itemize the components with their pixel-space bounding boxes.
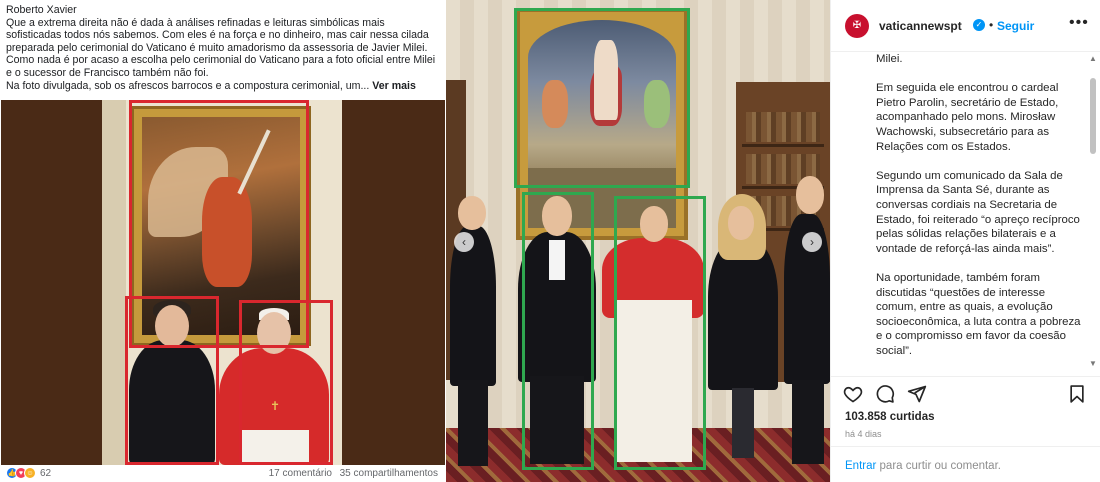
caption-paragraph: Segundo um comunicado da Sala de Imprens… [876,169,1080,255]
comment-icon[interactable] [875,384,895,404]
highlight-box-painting [514,8,690,188]
post-truncated-line: Na foto divulgada, sob os afrescos barro… [6,79,370,92]
reaction-count: 62 [40,467,52,479]
vatican-logo-icon: ✠ [852,20,862,31]
bookmark-icon[interactable] [1067,384,1087,404]
share-icon[interactable] [907,384,927,404]
username[interactable]: vaticannewspt [879,19,962,33]
heart-icon[interactable] [843,384,863,404]
post-author[interactable]: Roberto Xavier [6,4,442,17]
facebook-post: Roberto Xavier Que a extrema direita não… [0,0,446,482]
see-more-link[interactable]: Ver mais [372,80,416,92]
highlight-box-right-person [614,196,706,470]
highlight-box-left-person [125,296,219,465]
post-footer: 👍 ♥ ☺ 62 17 comentário 35 compartilhamen… [0,466,446,482]
reactions[interactable]: 👍 ♥ ☺ 62 [6,467,51,479]
shares-count[interactable]: 35 compartilhamentos [340,468,438,479]
caption-scrollbar[interactable]: ▲ ▼ [1087,52,1099,370]
separator-dot: • [989,18,994,32]
follow-button[interactable]: Seguir [997,19,1034,33]
instagram-photo[interactable]: ‹ › [446,0,830,482]
post-text: Roberto Xavier Que a extrema direita não… [6,4,442,92]
photo-wall-shadow [102,100,126,465]
person-far-left [450,226,496,386]
caption-paragraph: Em seguida ele encontrou o cardeal Pietr… [876,82,1059,153]
post-paragraph-2: Como nada é por acaso a escolha pelo cer… [6,54,436,79]
scrollbar-thumb[interactable] [1090,78,1096,154]
avatar[interactable]: ✠ [845,14,869,38]
caption-paragraph: Na oportunidade, também foram discutidas… [876,271,1081,357]
highlight-box-left-person [522,192,594,470]
ellipsis-icon[interactable]: ••• [1069,14,1089,32]
login-prompt-text: para curtir ou comentar. [876,460,1001,472]
post-header: ✠ vaticannewspt ✓ • Seguir ••• [831,0,1100,52]
post-paragraph-3: Na foto divulgada, sob os afrescos barro… [6,80,442,93]
next-arrow-icon[interactable]: › [802,232,822,252]
haha-icon: ☺ [24,467,36,479]
login-link[interactable]: Entrar [845,460,876,472]
verified-badge-icon: ✓ [973,19,985,31]
highlight-box-right-person [239,300,333,465]
actions-divider [831,376,1100,377]
caption-paragraph: Milei. [876,53,903,65]
likes-count[interactable]: 103.858 curtidas [845,411,935,423]
instagram-sidebar: ✠ vaticannewspt ✓ • Seguir ••• Milei. Em… [830,0,1100,482]
login-prompt: Entrar para curtir ou comentar. [845,460,1001,472]
scroll-up-icon[interactable]: ▲ [1089,54,1097,63]
post-photo[interactable]: ✝ [1,100,445,465]
scroll-down-icon[interactable]: ▼ [1089,359,1097,368]
caption: Milei. Em seguida ele encontrou o cardea… [876,52,1084,370]
previous-arrow-icon[interactable]: ‹ [454,232,474,252]
comments-count[interactable]: 17 comentário [269,468,332,479]
post-time[interactable]: há 4 dias [845,429,882,439]
woman-in-black [708,240,778,390]
post-paragraph-1: Que a extrema direita não é dada à análi… [6,16,429,54]
